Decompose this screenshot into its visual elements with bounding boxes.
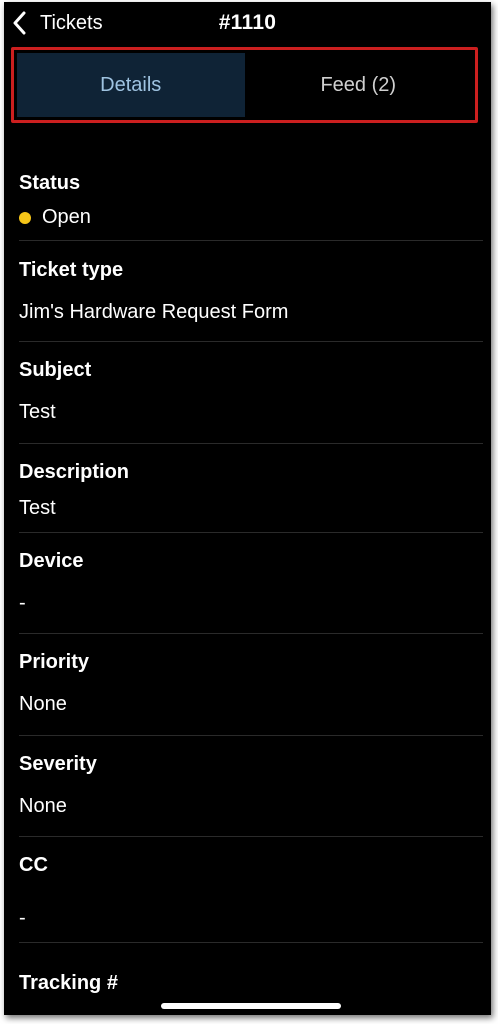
ticket-details-list: Status Open Ticket type Jim's Hardware R…: [19, 152, 483, 1003]
device-label: Device: [19, 550, 84, 572]
phone-screen: Tickets #1110 Details Feed (2) Status Op…: [4, 2, 491, 1015]
severity-label: Severity: [19, 753, 97, 775]
page-title: #1110: [218, 11, 277, 34]
description-value: Test: [19, 497, 56, 519]
subject-value: Test: [19, 401, 56, 423]
ticket-type-field: Ticket type Jim's Hardware Request Form: [19, 241, 483, 342]
status-field: Status Open: [19, 152, 483, 241]
cc-field: CC -: [19, 837, 483, 943]
cc-value: -: [19, 907, 26, 929]
priority-value: None: [19, 693, 67, 715]
cc-label: CC: [19, 854, 48, 876]
description-field: Description Test: [19, 444, 483, 533]
severity-value: None: [19, 795, 67, 817]
tracking-field: Tracking #: [19, 943, 483, 1003]
navigation-header: Tickets #1110: [4, 2, 491, 46]
priority-label: Priority: [19, 651, 90, 673]
status-value: Open: [19, 206, 91, 229]
ticket-type-value: Jim's Hardware Request Form: [19, 301, 289, 323]
subject-label: Subject: [19, 359, 92, 381]
ticket-type-label: Ticket type: [19, 259, 124, 281]
tab-details[interactable]: Details: [17, 53, 245, 117]
description-label: Description: [19, 461, 130, 483]
status-label: Status: [19, 172, 81, 194]
tab-feed[interactable]: Feed (2): [244, 53, 472, 117]
device-field: Device -: [19, 533, 483, 634]
status-text: Open: [42, 206, 91, 228]
tab-bar: Details Feed (2): [11, 47, 478, 123]
device-value: -: [19, 592, 26, 614]
priority-field: Priority None: [19, 634, 483, 736]
severity-field: Severity None: [19, 736, 483, 837]
home-indicator[interactable]: [161, 1003, 341, 1009]
subject-field: Subject Test: [19, 342, 483, 444]
status-dot-icon: [19, 211, 31, 224]
tracking-label: Tracking #: [19, 972, 118, 994]
